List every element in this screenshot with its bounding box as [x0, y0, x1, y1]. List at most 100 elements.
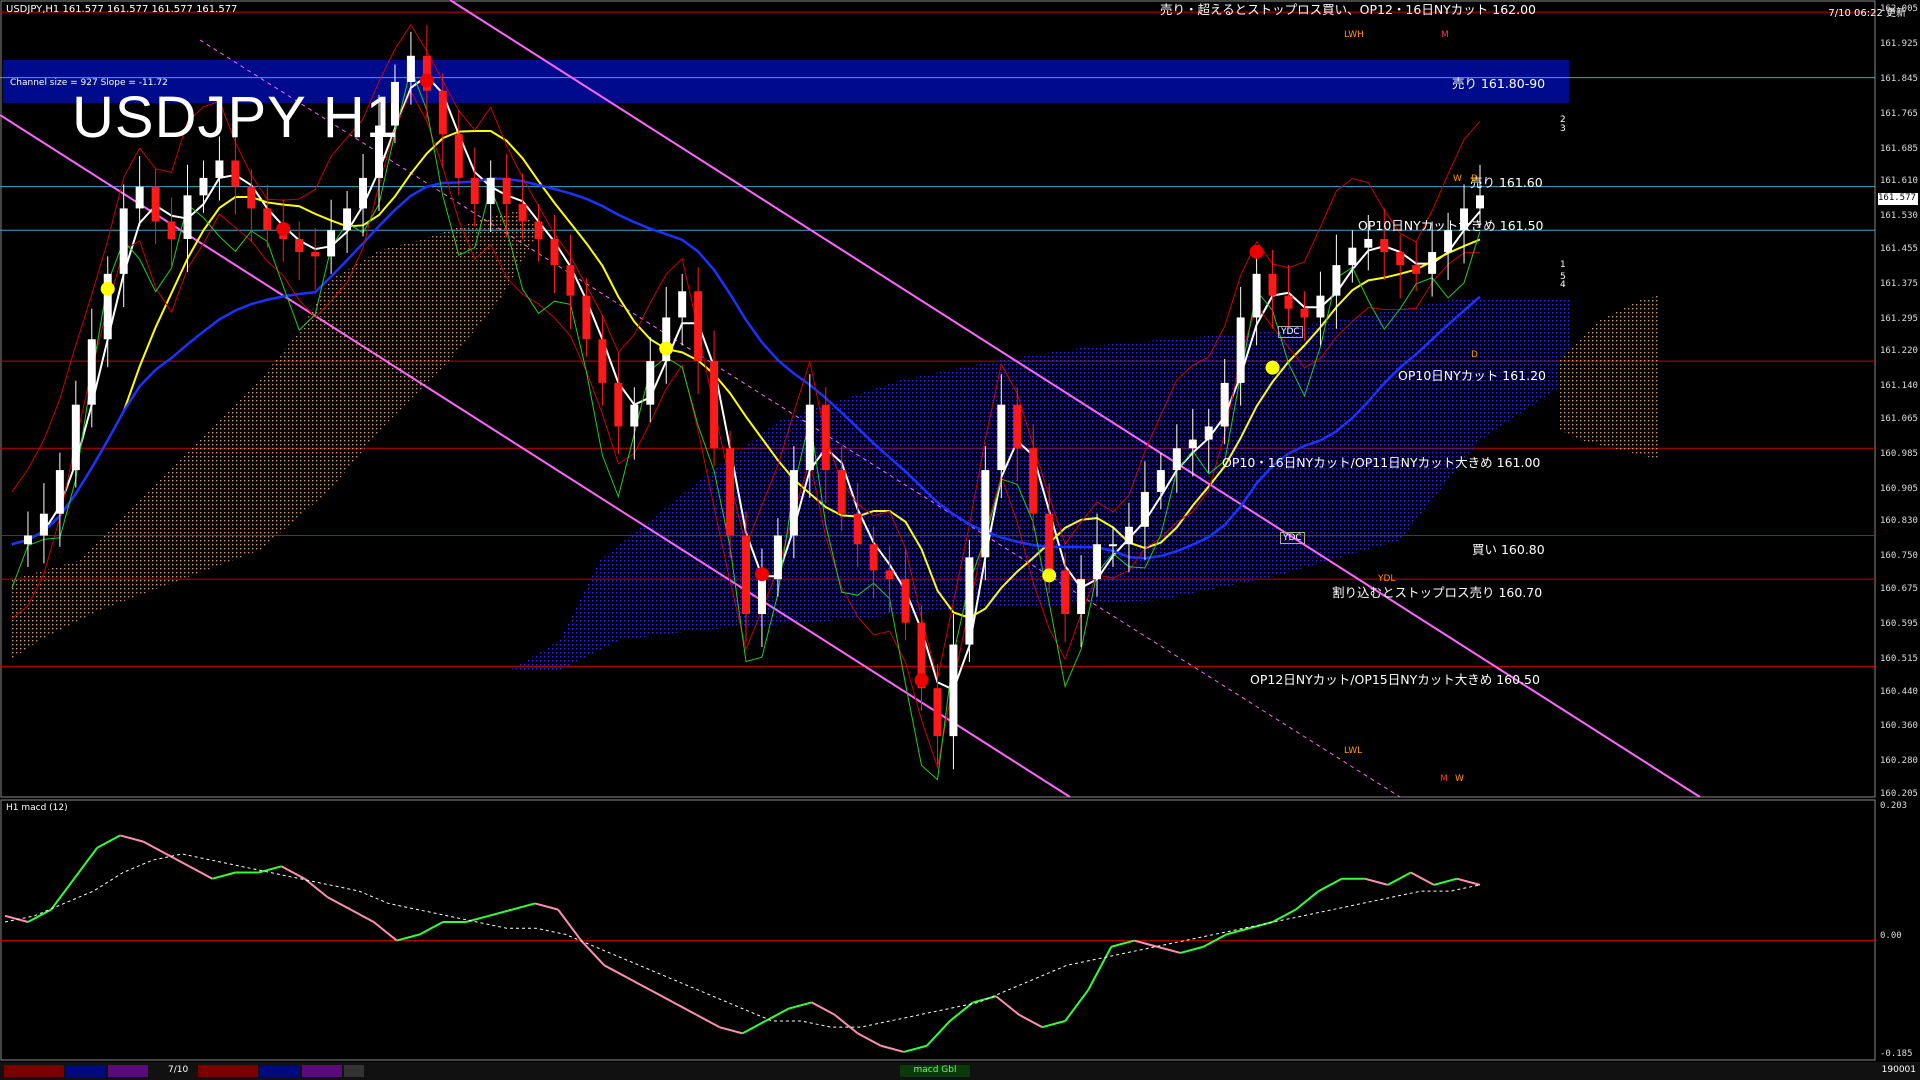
- macd-segment: [1294, 890, 1320, 911]
- macd-segment: [281, 865, 306, 880]
- macd-segment: [903, 1044, 928, 1053]
- current-price-tag: 161.577: [1878, 193, 1918, 205]
- candle-body: [359, 177, 368, 209]
- price-tick: 160.905: [1880, 483, 1918, 494]
- candle-body: [1412, 265, 1421, 274]
- candle-body: [678, 291, 687, 318]
- macd-segment: [119, 834, 144, 843]
- candle-body: [789, 470, 798, 536]
- candle-body: [518, 204, 527, 222]
- price-tick: 161.295: [1880, 313, 1918, 324]
- buy-signal-icon: [100, 281, 115, 296]
- candle-body: [1380, 238, 1389, 253]
- macd-pane: [0, 834, 1875, 1053]
- candle-body: [1029, 448, 1038, 514]
- macd-segment: [465, 914, 490, 923]
- macd-segment: [788, 1001, 812, 1010]
- tab-macd-label[interactable]: macd Gbl: [900, 1065, 970, 1077]
- buy-signal-icon: [1042, 568, 1057, 583]
- price-tick: 161.685: [1880, 143, 1918, 154]
- candle-body: [981, 470, 990, 558]
- candle-body: [1332, 265, 1341, 296]
- macd-segment: [949, 1001, 974, 1022]
- tab-color-6[interactable]: [302, 1065, 342, 1077]
- candle-body: [1316, 295, 1325, 318]
- tab-date[interactable]: 7/10: [168, 1065, 188, 1075]
- price-tick: 161.610: [1880, 176, 1918, 187]
- macd-label: H1 macd (12): [6, 803, 68, 813]
- candle-body: [71, 404, 80, 471]
- candle-body: [438, 90, 447, 135]
- macd-segment: [4, 914, 29, 923]
- candle-body: [1476, 195, 1484, 209]
- candle-body: [486, 177, 495, 205]
- candle-body: [949, 644, 958, 737]
- buy-signal-icon: [659, 341, 674, 356]
- macd-segment: [972, 995, 997, 1004]
- candle-body: [199, 177, 208, 196]
- candle-body: [1140, 491, 1149, 527]
- note-1612: OP10日NYカット 161.20: [1398, 368, 1546, 383]
- candle-body: [965, 557, 974, 645]
- label-m-top: M: [1441, 30, 1449, 40]
- candle-body: [1204, 426, 1213, 440]
- macd-segment: [1456, 877, 1481, 886]
- candle-body: [231, 160, 240, 187]
- macd-segment: [1410, 871, 1435, 886]
- macd-segment: [1087, 946, 1113, 991]
- tab-color-1[interactable]: [4, 1065, 64, 1077]
- macd-axis-zero: 0.00: [1880, 931, 1902, 941]
- macd-segment: [926, 1020, 951, 1047]
- macd-segment: [1387, 871, 1412, 886]
- wave-label-4: 4: [1560, 280, 1566, 290]
- tab-color-7[interactable]: [344, 1065, 364, 1077]
- macd-segment: [603, 964, 628, 979]
- candle-body: [821, 404, 830, 471]
- macd-segment: [73, 847, 98, 880]
- candle-body: [869, 544, 878, 571]
- price-tick: 162.005: [1880, 4, 1918, 14]
- cloud-orange-right: [1560, 295, 1660, 460]
- candle-body: [997, 404, 1006, 471]
- macd-segment: [811, 1001, 836, 1016]
- macd-segment: [719, 1026, 743, 1035]
- macd-segment: [1272, 908, 1297, 923]
- wave-label-1: 1: [1560, 260, 1566, 270]
- label-w-bottom: W: [1455, 774, 1464, 784]
- candle-body: [566, 265, 575, 296]
- tab-color-3[interactable]: [108, 1065, 148, 1077]
- macd-segment: [626, 976, 651, 991]
- candle-body: [534, 221, 543, 239]
- candle-body: [502, 177, 511, 205]
- sell-signal-icon: [276, 221, 291, 236]
- candle-body: [1156, 470, 1165, 492]
- macd-segment: [1157, 945, 1181, 954]
- candle-body: [247, 186, 256, 209]
- tab-color-4[interactable]: [198, 1065, 258, 1077]
- candle-body: [1013, 404, 1022, 449]
- candle-body: [1188, 439, 1197, 449]
- label-ydl: YDL: [1378, 574, 1396, 584]
- tab-color-5[interactable]: [260, 1065, 300, 1077]
- macd-segment: [396, 933, 421, 942]
- candle-body: [1077, 579, 1086, 615]
- candle-body: [1236, 317, 1245, 383]
- candle-body: [1348, 247, 1357, 266]
- macd-segment: [834, 1014, 859, 1035]
- candle-body: [1093, 544, 1102, 580]
- macd-segment: [534, 902, 559, 911]
- chart-tab-bar: 7/10 macd Gbl 190001: [0, 1062, 1920, 1080]
- candle-body: [343, 208, 352, 231]
- note-162: 売り・超えるとストップロス買い、OP12・16日NYカット 162.00: [1160, 2, 1537, 17]
- wave-label-3: 3: [1560, 124, 1566, 134]
- candle-body: [1061, 570, 1070, 615]
- candle-body: [933, 688, 942, 737]
- candle-body: [837, 470, 846, 514]
- macd-segment: [142, 840, 167, 855]
- note-1605: OP12日NYカット/OP15日NYカット大きめ 160.50: [1250, 672, 1540, 687]
- sell-signal-icon: [914, 673, 929, 688]
- macd-segment: [511, 902, 536, 911]
- chart-canvas: [0, 0, 1876, 1061]
- tab-color-2[interactable]: [66, 1065, 106, 1077]
- candle-body: [151, 186, 160, 222]
